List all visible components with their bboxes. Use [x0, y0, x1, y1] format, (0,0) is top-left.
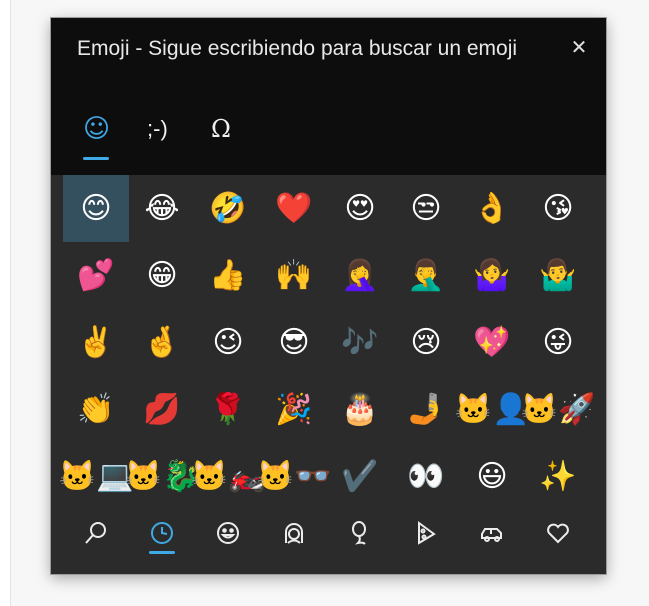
- category-symbols[interactable]: [525, 510, 591, 566]
- emoji-cell[interactable]: ❤️: [261, 175, 327, 242]
- emoji-cell[interactable]: 💕: [63, 242, 129, 309]
- emoji-cell[interactable]: 💋: [129, 376, 195, 443]
- person-icon: [285, 523, 303, 544]
- emoji-cell[interactable]: 😁: [129, 242, 195, 309]
- active-category-indicator: [149, 551, 175, 554]
- emoji-cell[interactable]: 💖: [459, 309, 525, 376]
- smiley-icon: [217, 522, 239, 544]
- emoji-cell[interactable]: 😘: [525, 175, 591, 242]
- emoji-cell[interactable]: 🤳: [393, 376, 459, 443]
- emoji-cell[interactable]: 🐱‍🚀: [521, 376, 596, 443]
- emoji-cell[interactable]: 🤦‍♀️: [327, 242, 393, 309]
- category-food[interactable]: [393, 510, 459, 566]
- emoji-cell[interactable]: 😎: [261, 309, 327, 376]
- background-window-edge: [0, 0, 11, 606]
- emoji-panel: Emoji - Sigue escribiendo para buscar un…: [51, 18, 606, 574]
- car-icon: [481, 528, 502, 542]
- emoji-cell[interactable]: 🎶: [327, 309, 393, 376]
- emoji-cell[interactable]: 😃: [459, 443, 525, 510]
- panel-title: Emoji - Sigue escribiendo para buscar un…: [77, 37, 518, 60]
- category-bar: [63, 510, 591, 566]
- close-button[interactable]: ✕: [564, 32, 594, 62]
- emoji-cell[interactable]: 🤷‍♀️: [459, 242, 525, 309]
- close-icon: ✕: [570, 35, 588, 59]
- emoji-cell[interactable]: 😍: [327, 175, 393, 242]
- emoji-grid: 😊 😂 🤣 ❤️ 😍 😒 👌 😘 💕 😁 👍 🙌 🤦‍♀️ 🤦‍♂️ 🤷‍♀️ 🤷‍♂️ ✌️ 🤞 😉 😎 🎶 😢 💖 😜 👏 💋…: [59, 175, 596, 510]
- category-search[interactable]: [63, 510, 129, 566]
- emoji-cell[interactable]: 😉: [195, 309, 261, 376]
- emoji-cell[interactable]: 🐱‍👤: [455, 376, 530, 443]
- emoji-cell[interactable]: ✨: [525, 443, 591, 510]
- emoji-cell[interactable]: 🤦‍♂️: [393, 242, 459, 309]
- emoji-cell[interactable]: 👏: [63, 376, 129, 443]
- clock-icon: [151, 522, 173, 544]
- category-recent[interactable]: [129, 510, 195, 566]
- category-travel[interactable]: [459, 510, 525, 566]
- mode-tabs: ☺ ;-) Ω: [77, 112, 269, 164]
- emoji-cell[interactable]: 🐱‍🏍: [191, 443, 266, 510]
- search-icon: [85, 522, 106, 544]
- emoji-cell[interactable]: 👍: [195, 242, 261, 309]
- emoji-cell[interactable]: 😊: [63, 175, 129, 242]
- tab-symbols[interactable]: Ω: [205, 112, 269, 164]
- emoji-cell[interactable]: 😂: [129, 175, 195, 242]
- emoji-cell[interactable]: 😜: [525, 309, 591, 376]
- category-smileys[interactable]: [195, 510, 261, 566]
- emoji-cell[interactable]: 🎂: [327, 376, 393, 443]
- active-tab-indicator: [83, 157, 109, 160]
- emoji-cell[interactable]: 👀: [393, 443, 459, 510]
- heart-icon: [547, 523, 569, 544]
- emoji-cell[interactable]: 👌: [459, 175, 525, 242]
- emoji-cell[interactable]: 🐱‍💻: [59, 443, 134, 510]
- omega-icon: Ω: [211, 115, 231, 143]
- pizza-icon: [418, 521, 436, 545]
- emoji-cell[interactable]: ✔️: [327, 443, 393, 510]
- category-people[interactable]: [261, 510, 327, 566]
- panel-header: Emoji - Sigue escribiendo para buscar un…: [51, 18, 606, 175]
- tab-emoji[interactable]: ☺: [77, 112, 141, 164]
- emoji-cell[interactable]: 😒: [393, 175, 459, 242]
- balloon-icon: [352, 521, 366, 545]
- emoji-cell[interactable]: 🤷‍♂️: [525, 242, 591, 309]
- tab-kaomoji[interactable]: ;-): [141, 112, 205, 164]
- emoji-cell[interactable]: 🤞: [129, 309, 195, 376]
- category-celebrations[interactable]: [327, 510, 393, 566]
- kaomoji-icon: ;-): [147, 116, 168, 141]
- emoji-cell[interactable]: 🙌: [261, 242, 327, 309]
- emoji-cell[interactable]: 🌹: [195, 376, 261, 443]
- emoji-cell[interactable]: ✌️: [63, 309, 129, 376]
- emoji-cell[interactable]: 🎉: [261, 376, 327, 443]
- emoji-cell[interactable]: 🐱‍👓: [257, 443, 332, 510]
- emoji-cell[interactable]: 🤣: [195, 175, 261, 242]
- emoji-cell[interactable]: 🐱‍🐉: [125, 443, 200, 510]
- emoji-cell[interactable]: 😢: [393, 309, 459, 376]
